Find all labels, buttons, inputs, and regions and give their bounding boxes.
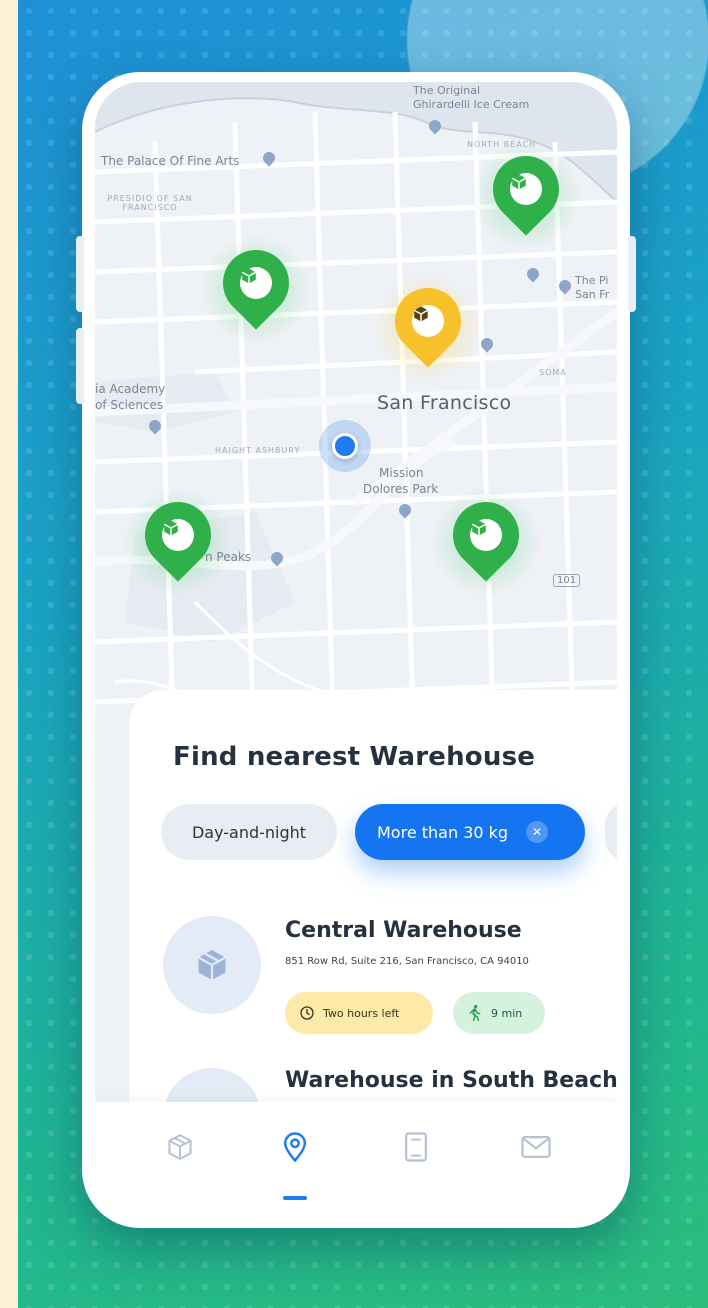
map-label-ghirardelli-2: Ghirardelli Ice Cream	[413, 98, 530, 111]
box-outline-icon	[168, 1134, 192, 1160]
walk-time-text: 9 min	[491, 1006, 523, 1020]
warehouse-sheet: Find nearest Warehouse Day-and-night Mor…	[129, 690, 617, 1166]
close-icon[interactable]: ✕	[526, 821, 549, 843]
tab-map[interactable]	[270, 1122, 320, 1172]
filter-chip-day-and-night[interactable]: Day-and-night	[161, 804, 337, 860]
warehouse-pin-green-3[interactable]	[123, 487, 233, 597]
tab-messages[interactable]	[511, 1122, 561, 1172]
map-label-pier-2: San Fr	[575, 288, 610, 301]
map-label-academy-2: of Sciences	[95, 398, 164, 412]
time-left-badge: Two hours left	[285, 992, 433, 1034]
filter-chip-label: More than 30 kg	[377, 822, 509, 842]
user-location-icon[interactable]	[332, 433, 358, 459]
warehouse-pin-green-2[interactable]	[471, 141, 581, 251]
map-label-presidio: PRESIDIO OF SAN FRANCISCO	[107, 194, 193, 212]
phone-screen: The Palace Of Fine Arts PRESIDIO OF SAN …	[95, 82, 617, 1218]
mail-icon	[521, 1136, 551, 1158]
package-icon	[162, 519, 194, 551]
package-icon	[470, 519, 502, 551]
map-view[interactable]: The Palace Of Fine Arts PRESIDIO OF SAN …	[95, 82, 617, 782]
sheet-title: Find nearest Warehouse	[173, 742, 536, 772]
phone-side-button-left-2	[76, 328, 84, 404]
map-label-haight: HAIGHT ASHBURY	[215, 446, 301, 455]
warehouse-icon-circle	[163, 916, 261, 1014]
warehouse-address: 851 Row Rd, Suite 216, San Francisco, CA…	[285, 956, 529, 967]
clock-icon	[300, 1006, 314, 1020]
warehouse-pin-green-4[interactable]	[431, 487, 541, 597]
package-icon	[240, 267, 272, 299]
tab-bar	[95, 1102, 617, 1218]
active-tab-indicator	[283, 1196, 307, 1200]
walk-time-badge: 9 min	[453, 992, 545, 1034]
tab-documents[interactable]	[391, 1122, 441, 1172]
map-label-soma: SOMA	[539, 368, 567, 377]
warehouse-name[interactable]: Central Warehouse	[285, 918, 522, 943]
walking-person-icon	[469, 1005, 481, 1022]
map-label-academy-1: ia Academy	[95, 382, 166, 396]
tab-packages[interactable]	[155, 1122, 205, 1172]
map-label-pier-1: The Pi	[575, 274, 609, 287]
map-label-mission-2: Dolores Park	[363, 482, 439, 496]
warehouse-pin-yellow[interactable]	[373, 273, 483, 383]
phone-side-button-left-1	[76, 236, 84, 312]
map-label-city: San Francisco	[377, 392, 512, 414]
warehouse-name[interactable]: Warehouse in South Beach	[285, 1068, 617, 1093]
package-icon	[510, 173, 542, 205]
phone-side-button-right	[628, 236, 636, 312]
map-label-ghirardelli-1: The Original	[413, 84, 480, 97]
package-icon	[412, 305, 444, 337]
document-icon	[405, 1132, 427, 1162]
box-icon	[197, 950, 227, 980]
filter-chip-label: Day-and-night	[191, 822, 307, 842]
filter-chip-more[interactable]	[605, 804, 617, 860]
map-label-mission-1: Mission	[379, 466, 424, 480]
warehouse-pin-green-1[interactable]	[201, 235, 311, 345]
map-label-palace: The Palace Of Fine Arts	[101, 154, 240, 168]
map-pin-icon	[283, 1132, 307, 1163]
highway-shield-101: 101	[553, 574, 581, 587]
time-left-text: Two hours left	[323, 1006, 400, 1020]
filter-chip-more-than-30kg[interactable]: More than 30 kg ✕	[355, 804, 585, 860]
